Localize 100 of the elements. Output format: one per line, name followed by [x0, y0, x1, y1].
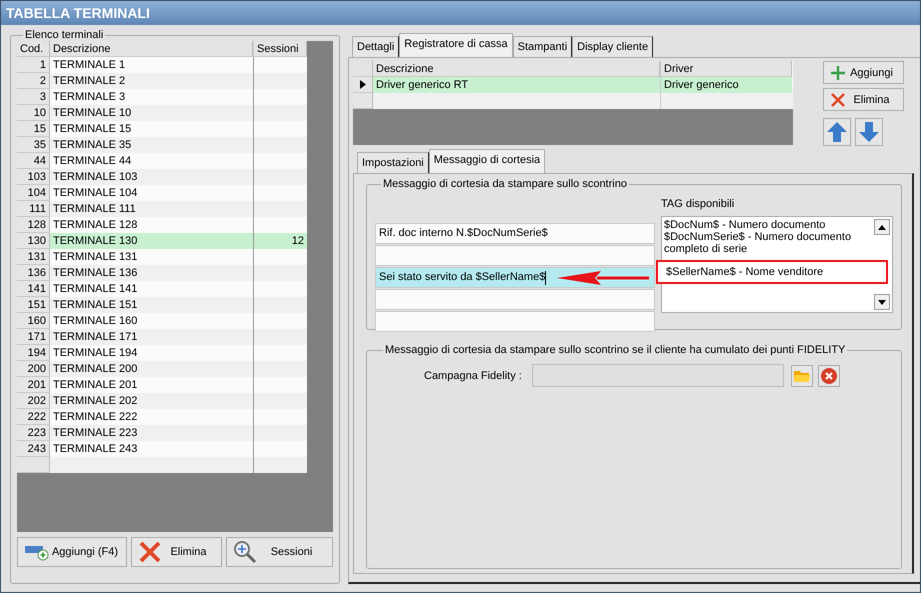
tab[interactable]: Impostazioni: [357, 152, 429, 173]
list-item[interactable]: $DocNumSerie$ - Numero documento completo di serie: [664, 231, 870, 255]
window-title: TABELLA TERMINALI: [6, 5, 150, 21]
table-cell[interactable]: TERMINALE 223: [50, 425, 253, 441]
table-cell[interactable]: TERMINALE 103: [50, 169, 253, 185]
row-header: 200: [17, 361, 50, 377]
delete-button[interactable]: Elimina: [131, 537, 222, 567]
row-header: 35: [17, 137, 50, 153]
table-cell[interactable]: TERMINALE 104: [50, 185, 253, 201]
input-field[interactable]: [532, 364, 784, 387]
input-field[interactable]: [375, 311, 655, 332]
list-item[interactable]: $SellerName$ - Nome venditore: [656, 260, 888, 284]
zoom-in-icon: [233, 540, 257, 564]
row-header: 160: [17, 313, 50, 329]
row-header: 223: [17, 425, 50, 441]
move-down-button[interactable]: [855, 118, 883, 146]
table-cell[interactable]: TERMINALE 151: [50, 297, 253, 313]
table-cell[interactable]: TERMINALE 160: [50, 313, 253, 329]
list-item[interactable]: $DocNum$ - Numero documento: [664, 219, 870, 231]
close-icon: [138, 540, 162, 564]
move-up-button[interactable]: [823, 118, 851, 146]
table-cell[interactable]: TERMINALE 136: [50, 265, 253, 281]
column-header[interactable]: Cod.: [17, 41, 50, 57]
scrollbar[interactable]: [872, 217, 892, 312]
row-header: 103: [17, 169, 50, 185]
table-cell[interactable]: TERMINALE 202: [50, 393, 253, 409]
close-icon: [830, 92, 846, 108]
tab[interactable]: Display cliente: [572, 36, 654, 57]
input-field[interactable]: [375, 245, 655, 266]
row-header: 131: [17, 249, 50, 265]
table-cell[interactable]: TERMINALE 3: [50, 89, 253, 105]
table-cell[interactable]: TERMINALE 111: [50, 201, 253, 217]
row-header: 130: [17, 233, 50, 249]
row-header: 136: [17, 265, 50, 281]
table-cell[interactable]: TERMINALE 194: [50, 345, 253, 361]
group-title: Elenco terminali: [24, 29, 104, 41]
column-header[interactable]: Descrizione: [50, 41, 253, 57]
row-header: 222: [17, 409, 50, 425]
row-header: 141: [17, 281, 50, 297]
folder-icon: [794, 369, 810, 382]
row-header: 194: [17, 345, 50, 361]
table-cell[interactable]: TERMINALE 141: [50, 281, 253, 297]
table-cell[interactable]: TERMINALE 130: [50, 233, 253, 249]
table-cell[interactable]: TERMINALE 1: [50, 57, 253, 73]
row-header: 171: [17, 329, 50, 345]
table-cell[interactable]: TERMINALE 44: [50, 153, 253, 169]
delete-button[interactable]: Elimina: [823, 88, 904, 111]
table-cell[interactable]: Driver generico RT: [373, 77, 660, 93]
group-title: Messaggio di cortesia da stampare sullo scontrino: [382, 178, 628, 190]
table-cell[interactable]: TERMINALE 15: [50, 121, 253, 137]
column-header[interactable]: Driver: [660, 61, 792, 77]
row-header: 3: [17, 89, 50, 105]
table-cell[interactable]: TERMINALE 10: [50, 105, 253, 121]
table-cell[interactable]: TERMINALE 243: [50, 441, 253, 457]
clear-button[interactable]: [818, 364, 840, 386]
text-cursor: [545, 270, 546, 284]
group-title: Messaggio di cortesia da stampare sullo scontrino se il cliente ha cumulato dei punti FIDELITY: [384, 344, 846, 356]
card-plus-icon: [24, 543, 50, 561]
arrow-down-icon: [858, 121, 880, 143]
browse-button[interactable]: [790, 364, 813, 386]
input-field[interactable]: Sei stato servito da $SellerName$: [375, 267, 655, 288]
field-label: TAG disponibili: [661, 198, 736, 210]
table-cell[interactable]: TERMINALE 171: [50, 329, 253, 345]
row-header: 104: [17, 185, 50, 201]
input-field[interactable]: [375, 289, 655, 310]
table-cell[interactable]: TERMINALE 200: [50, 361, 253, 377]
row-header: 10: [17, 105, 50, 121]
column-header[interactable]: Sessioni: [253, 41, 307, 57]
table-cell[interactable]: 12: [253, 233, 307, 249]
tab[interactable]: Stampanti: [512, 36, 572, 57]
field-label: Campagna Fidelity :: [424, 370, 522, 382]
tab[interactable]: Registratore di cassa: [399, 33, 513, 57]
row-header: 111: [17, 201, 50, 217]
scroll-down-icon[interactable]: [878, 300, 886, 304]
tab[interactable]: Messaggio di cortesia: [428, 149, 546, 173]
table-cell[interactable]: TERMINALE 131: [50, 249, 253, 265]
column-header[interactable]: Descrizione: [373, 61, 660, 77]
arrow-up-icon: [826, 121, 848, 143]
table-cell[interactable]: TERMINALE 201: [50, 377, 253, 393]
scroll-up-icon[interactable]: [878, 224, 886, 230]
row-header: 202: [17, 393, 50, 409]
table-cell[interactable]: Driver generico: [660, 77, 792, 93]
sessions-button[interactable]: Sessioni: [226, 537, 333, 567]
add-button[interactable]: Aggiungi: [823, 61, 904, 84]
table-cell[interactable]: TERMINALE 128: [50, 217, 253, 233]
clear-icon: [820, 368, 837, 384]
row-header: 1: [17, 57, 50, 73]
row-header: 2: [17, 73, 50, 89]
table-cell[interactable]: TERMINALE 35: [50, 137, 253, 153]
table-cell[interactable]: TERMINALE 222: [50, 409, 253, 425]
row-header: 151: [17, 297, 50, 313]
add-button[interactable]: Aggiungi (F4): [17, 537, 127, 567]
row-header: 128: [17, 217, 50, 233]
row-header: 243: [17, 441, 50, 457]
tab[interactable]: Dettagli: [352, 36, 400, 57]
row-header: 44: [17, 153, 50, 169]
plus-icon: [830, 64, 846, 80]
table-cell[interactable]: TERMINALE 2: [50, 73, 253, 89]
input-field[interactable]: Rif. doc interno N.$DocNumSerie$: [375, 223, 655, 244]
row-header: 201: [17, 377, 50, 393]
